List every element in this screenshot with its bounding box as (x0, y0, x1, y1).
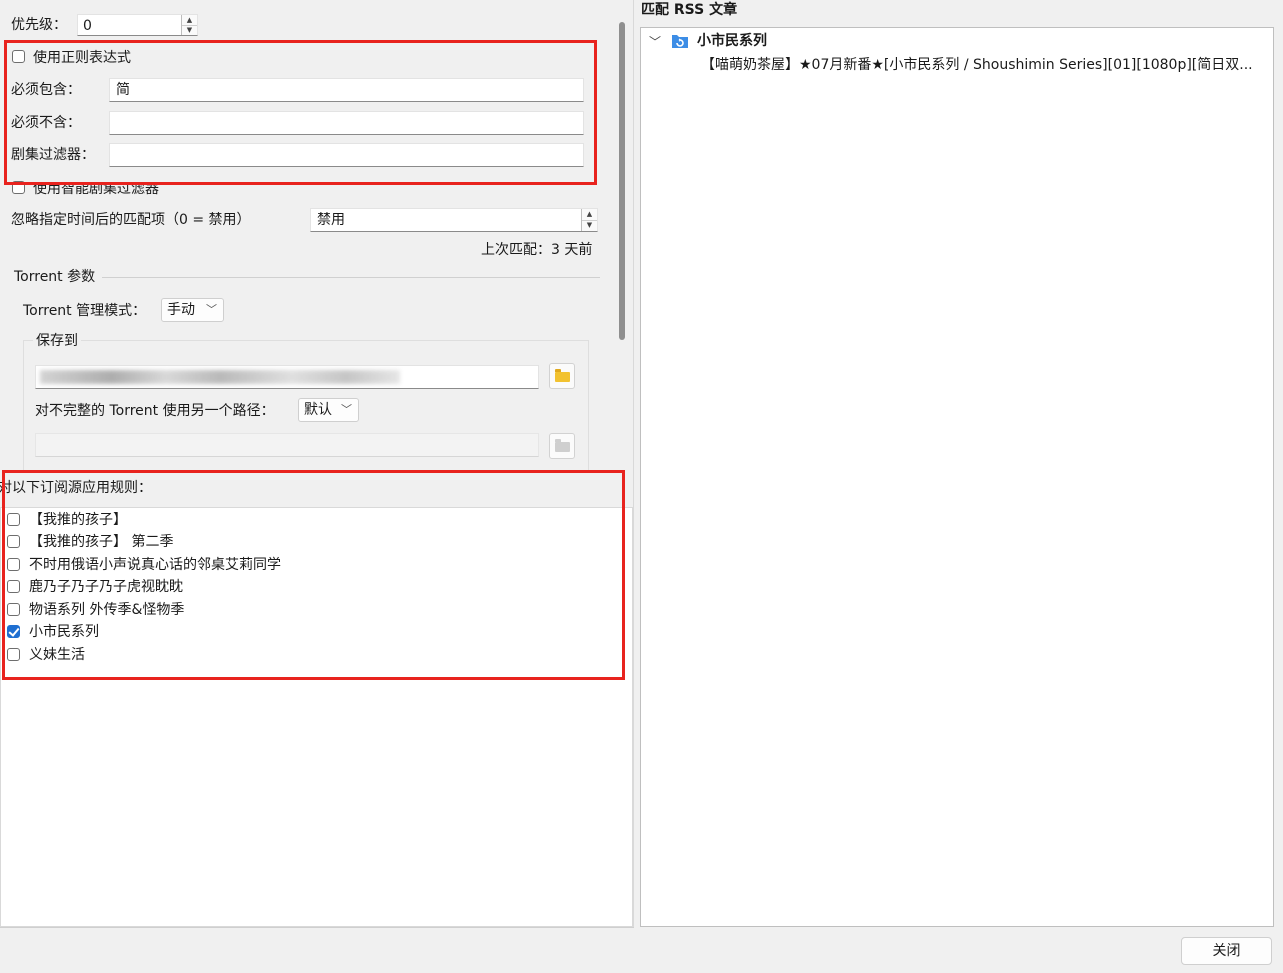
rss-article-tree: ﹀ 小市民系列 【喵萌奶茶屋】★07月新番★[小市民系列 / Shoushimi… (640, 27, 1274, 927)
feed-list: 【我推的孩子】 【我推的孩子】 第二季 不时用俄语小声说真心话的邻桌艾莉同学 鹿… (0, 507, 633, 927)
rss-panel-title: 匹配 RSS 文章 (641, 2, 738, 18)
save-path-input[interactable] (35, 365, 539, 389)
incomplete-path-label: 对不完整的 Torrent 使用另一个路径： (35, 403, 275, 419)
folder-icon (555, 439, 570, 452)
blurred-path (40, 370, 400, 384)
must-not-contain-input[interactable] (109, 111, 584, 135)
overlap-mask (30, 176, 190, 182)
ignore-after-label: 忽略指定时间后的匹配项（0 = 禁用） (11, 212, 251, 228)
spin-down-icon[interactable]: ▼ (182, 25, 197, 35)
tree-group-label[interactable]: 小市民系列 (697, 32, 767, 50)
smart-episode-filter-checkbox[interactable] (12, 181, 25, 194)
episode-filter-input[interactable] (109, 143, 584, 167)
feed-checkbox[interactable] (7, 558, 20, 571)
list-item[interactable]: 物语系列 外传季&怪物季 (1, 599, 621, 621)
feed-checkbox[interactable] (7, 513, 20, 526)
torrent-mode-combo[interactable]: 手动 ﹀ (161, 298, 224, 322)
priority-value: 0 (83, 18, 92, 34)
close-button[interactable]: 关闭 (1181, 937, 1272, 965)
last-match-text: 上次匹配：3 天前 (481, 242, 593, 258)
use-regex-label: 使用正则表达式 (33, 50, 131, 66)
list-item[interactable]: 小市民系列 (1, 621, 621, 643)
must-contain-input[interactable]: 简 (109, 78, 584, 102)
list-item[interactable]: 【我推的孩子】 (1, 509, 621, 531)
feed-checkbox[interactable] (7, 625, 20, 638)
smart-episode-filter-label: 使用智能剧集过滤器 (33, 181, 159, 197)
priority-spinbox[interactable]: 0 ▲ ▼ (77, 14, 198, 36)
chevron-down-icon: ﹀ (206, 303, 217, 316)
episode-filter-label: 剧集过滤器： (11, 147, 95, 163)
scrollbar-handle[interactable] (619, 22, 625, 340)
torrent-mode-label: Torrent 管理模式： (23, 303, 147, 319)
feed-checkbox[interactable] (7, 580, 20, 593)
chevron-down-icon[interactable]: ﹀ (649, 33, 661, 50)
browse-incomplete-folder-button (549, 433, 575, 459)
splitter[interactable] (633, 0, 634, 927)
ignore-after-spinbox[interactable]: 禁用 ▲ ▼ (310, 208, 598, 232)
feeds-header: 对以下订阅源应用规则： (0, 480, 152, 496)
chevron-down-icon: ﹀ (341, 403, 352, 416)
must-contain-label: 必须包含： (11, 82, 81, 98)
browse-folder-button[interactable] (549, 363, 575, 389)
priority-label: 优先级： (11, 17, 67, 33)
left-bottom-border (0, 927, 634, 928)
torrent-params-title: Torrent 参数 (14, 269, 96, 285)
feed-checkbox[interactable] (7, 535, 20, 548)
use-regex-checkbox[interactable] (12, 50, 25, 63)
group-divider (102, 277, 600, 278)
rss-feed-icon (672, 35, 688, 48)
list-item[interactable]: 不时用俄语小声说真心话的邻桌艾莉同学 (1, 554, 621, 576)
list-item[interactable]: 【我推的孩子】 第二季 (1, 531, 621, 553)
list-item[interactable]: 鹿乃子乃子乃子虎视眈眈 (1, 576, 621, 598)
feed-checkbox[interactable] (7, 603, 20, 616)
incomplete-path-input (35, 433, 539, 457)
must-not-contain-label: 必须不含： (11, 115, 81, 131)
incomplete-path-combo[interactable]: 默认 ﹀ (298, 398, 359, 422)
folder-icon (555, 369, 570, 382)
tree-article-item[interactable]: 【喵萌奶茶屋】★07月新番★[小市民系列 / Shoushimin Series… (701, 56, 1253, 74)
spin-down-icon[interactable]: ▼ (582, 220, 597, 231)
save-to-label: 保存到 (33, 332, 81, 350)
list-item[interactable]: 义妹生活 (1, 644, 621, 666)
feed-checkbox[interactable] (7, 648, 20, 661)
